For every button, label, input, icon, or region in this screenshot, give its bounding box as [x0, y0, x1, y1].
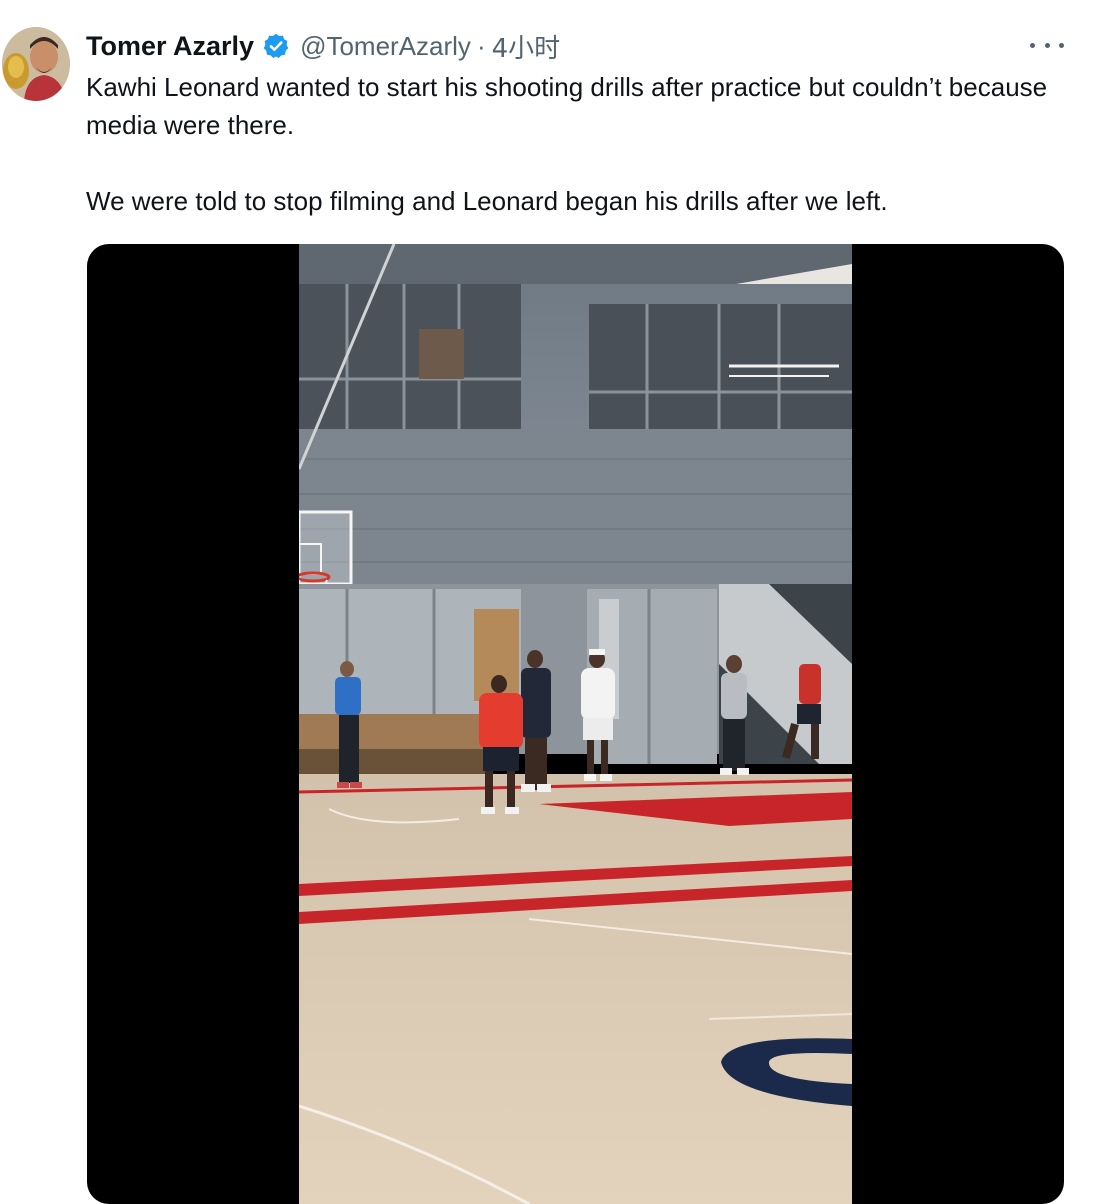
tweet-card: Tomer Azarly @TomerAzarly · 4小时 Kawhi Le… — [0, 0, 1108, 1204]
verified-badge-icon — [262, 32, 290, 60]
avatar-image — [2, 27, 70, 101]
tweet-header: Tomer Azarly @TomerAzarly · 4小时 — [86, 28, 560, 64]
tweet-text: Kawhi Leonard wanted to start his shooti… — [86, 68, 1086, 220]
tweet-media-video[interactable] — [87, 244, 1064, 1204]
tweet-timestamp[interactable]: 4小时 — [492, 28, 561, 65]
author-avatar[interactable] — [2, 27, 70, 101]
more-options-icon[interactable] — [1030, 30, 1064, 60]
tweet-text-paragraph: We were told to stop filming and Leonard… — [86, 186, 888, 216]
video-frame — [299, 244, 852, 1204]
header-separator: · — [476, 30, 486, 61]
author-display-name[interactable]: Tomer Azarly — [86, 31, 254, 62]
tweet-text-paragraph: Kawhi Leonard wanted to start his shooti… — [86, 72, 1048, 140]
author-handle[interactable]: @TomerAzarly — [300, 31, 471, 62]
